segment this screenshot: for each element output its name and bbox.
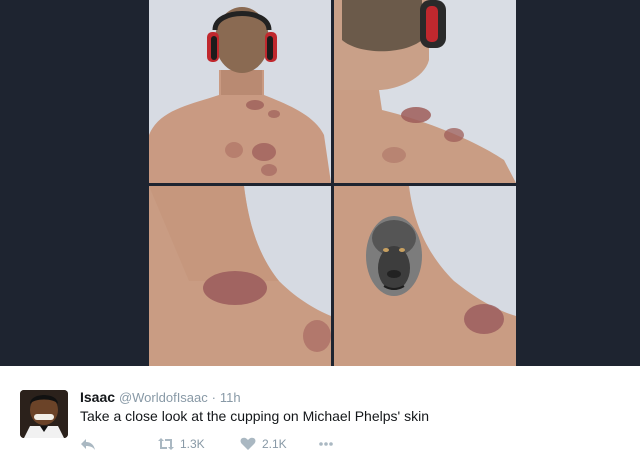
display-name[interactable]: Isaac [80,389,115,405]
tweet-media[interactable] [0,0,640,366]
more-button[interactable] [318,434,340,454]
avatar-image [20,390,68,438]
tweet: Isaac @WorldofIsaac · 11h Take a close l… [0,366,640,474]
like-count: 2.1K [262,437,287,451]
photo-shoulder-zoom[interactable] [149,186,331,366]
photo-back-illustration [149,0,331,183]
photo-shoulder-closeup[interactable] [334,0,516,183]
like-button[interactable]: 2.1K [240,434,287,454]
retweet-count: 1.3K [180,437,205,451]
tweet-text: Take a close look at the cupping on Mich… [80,408,429,424]
heart-icon [240,437,256,450]
more-dots-icon [319,442,333,446]
timestamp[interactable]: 11h [220,390,241,405]
tweet-actions: 1.3K 2.1K [80,434,380,454]
separator-dot: · [211,390,216,405]
photo-gorilla-overlay[interactable] [334,186,516,366]
retweet-button[interactable]: 1.3K [158,434,205,454]
photo-gorilla-illustration [334,186,516,366]
photo-shoulder-illustration [334,0,516,183]
user-handle[interactable]: @WorldofIsaac [119,390,208,405]
retweet-icon [158,438,174,450]
reply-icon [81,439,95,450]
reply-button[interactable] [80,434,102,454]
avatar[interactable] [20,390,68,438]
tweet-header: Isaac @WorldofIsaac · 11h [80,389,241,405]
image-grid[interactable] [149,0,516,366]
photo-shoulder-zoom-illustration [149,186,331,366]
photo-back-with-headphones[interactable] [149,0,331,183]
